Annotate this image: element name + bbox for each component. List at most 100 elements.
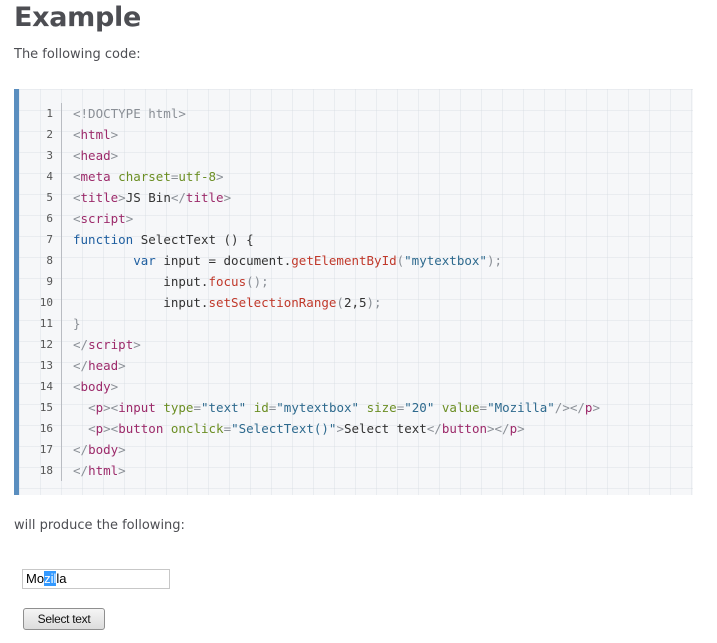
input-text-before: Mo [26,571,45,586]
line-number: 17 [39,443,53,456]
code-line: } [73,313,81,334]
code-token: > [118,358,126,373]
code-token: } [73,316,81,331]
code-token: >< [103,421,119,436]
code-token: script [80,211,126,226]
code-token: body [88,442,119,457]
code-token: getElementById [291,253,397,268]
input-text-selected: zil [44,571,57,586]
code-block: 1 2 3 4 5 6 7 8 9 10 11 12 13 14 15 16 17 18 <!DOCTYPE ht… [14,89,693,495]
code-token: value [441,400,480,415]
mytextbox-input[interactable]: Mozilla [22,569,170,589]
code-token: < [73,211,81,226]
code-token: > [125,211,134,226]
code-token: var [133,253,156,268]
code-line: </html> [73,460,126,481]
line-number: 1 [46,107,53,120]
code-token: function [73,232,134,247]
code-token: < [73,148,81,163]
code-token: input. [73,295,209,310]
code-token: < [73,169,81,184]
code-line: input.focus(); [73,271,268,292]
code-token: size [366,400,397,415]
code-line: <title>JS Bin</title> [73,187,231,208]
code-token: > [336,421,344,436]
code-token: < [73,127,81,142]
intro-text: The following code: [14,47,141,62]
code-line: <!DOCTYPE html> [73,103,186,124]
code-token: > [110,127,119,142]
line-number: 7 [46,233,53,246]
code-lines: <!DOCTYPE html> <html> <head> <meta charset… [73,103,688,481]
line-number-gutter: 1 2 3 4 5 6 7 8 9 10 11 12 13 14 15 16 17 18 [19,103,62,481]
code-token: ); [366,295,382,310]
code-token: body [80,379,111,394]
code-token: input = document. [155,253,292,268]
code-line: <meta charset=utf-8> [73,166,224,187]
code-token: utf-8 [178,169,217,184]
code-token: </ [73,463,89,478]
line-number: 9 [46,275,53,288]
code-token: "text" [201,400,247,415]
line-number: 3 [46,149,53,162]
code-token: "mytextbox" [404,253,487,268]
code-line: <head> [73,145,118,166]
code-token: head [80,148,111,163]
code-token: > [133,337,141,352]
code-line: </body> [73,439,126,460]
code-token: p [95,400,104,415]
code-token: p [509,421,518,436]
code-token: id [253,400,269,415]
code-token: > [223,190,232,205]
line-number: 5 [46,191,53,204]
page-title: Example [14,2,142,33]
code-token: "mytextbox" [276,400,360,415]
code-token: meta [80,169,111,184]
code-token: onclick [170,421,224,436]
code-token: JS Bin [125,190,171,205]
code-token: = [223,421,232,436]
code-token: button [441,421,487,436]
code-token: Select text [343,421,427,436]
code-token: </ [73,358,89,373]
code-token: type [163,400,194,415]
line-number: 18 [39,464,53,477]
code-token: = [193,400,201,415]
code-line: <p><input type="text" id="mytextbox" siz… [73,397,600,418]
code-token: < [88,421,96,436]
code-token: "20" [404,400,435,415]
code-token: < [88,400,96,415]
code-line: input.setSelectionRange(2,5); [73,292,382,313]
code-token: > [118,442,126,457]
line-number: 15 [39,401,53,414]
line-number: 13 [39,359,53,372]
code-line: </head> [73,355,126,376]
select-text-button[interactable]: Select text [23,608,105,630]
code-token: head [88,358,119,373]
code-token: charset [118,169,171,184]
code-token: setSelectionRange [208,295,337,310]
code-token: input. [73,274,209,289]
code-token: html [88,463,119,478]
line-number: 10 [39,296,53,309]
code-token: "Mozilla" [487,400,555,415]
code-line: <html> [73,124,118,145]
code-token: > [216,169,224,184]
code-token: > [110,148,119,163]
code-token: p [95,421,104,436]
code-token: input [118,400,156,415]
code-line: <body> [73,376,118,397]
result-text: will produce the following: [14,518,185,533]
code-line: <script> [73,208,133,229]
code-token: script [88,337,134,352]
code-token: < [73,379,81,394]
code-token: "SelectText()" [231,421,337,436]
input-text-after: la [56,571,67,586]
code-line: function SelectText () { [73,229,254,250]
